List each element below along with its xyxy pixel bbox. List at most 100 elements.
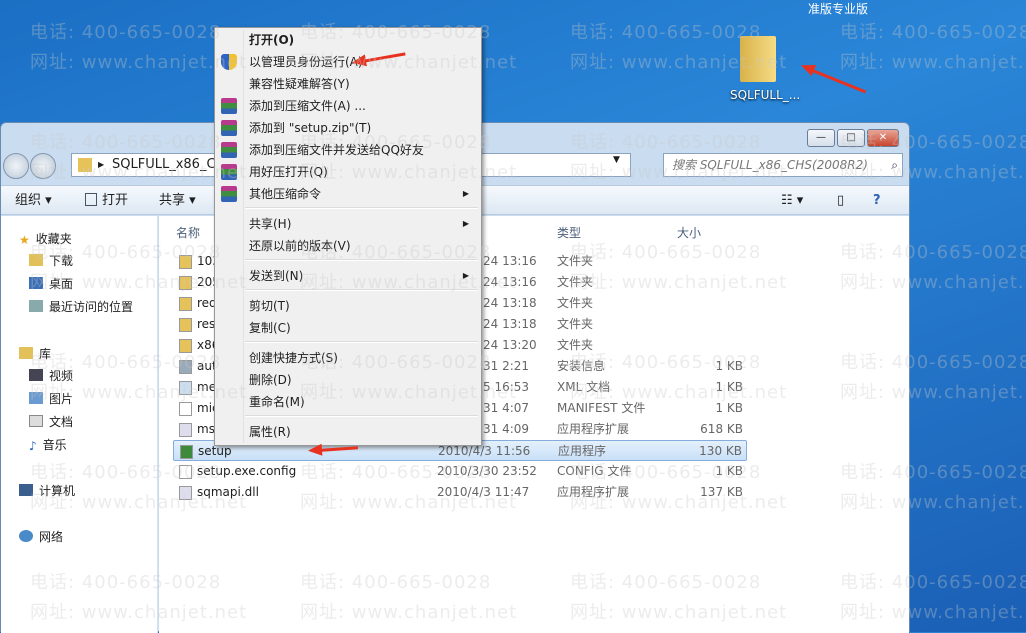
menu-item[interactable]: 其他压缩命令 bbox=[249, 184, 321, 204]
file-date: 31 2:21 bbox=[483, 359, 530, 373]
label: 桌面 bbox=[49, 277, 74, 291]
archive-icon bbox=[221, 164, 237, 180]
label: 视频 bbox=[49, 369, 74, 383]
uac-shield-icon bbox=[221, 54, 237, 70]
file-date: 31 4:09 bbox=[483, 422, 530, 436]
open-button[interactable]: 打开 bbox=[85, 186, 128, 216]
menu-item[interactable]: 复制(C) bbox=[249, 318, 291, 338]
red-arrow-annotation bbox=[809, 68, 867, 94]
sidebar-item-pictures[interactable]: 图片 bbox=[29, 390, 73, 408]
file-date: 31 4:07 bbox=[483, 401, 530, 415]
desktop-folder-icon[interactable] bbox=[740, 36, 776, 82]
file-size: 1 KB bbox=[715, 380, 743, 394]
menu-item[interactable]: 添加到 "setup.zip"(T) bbox=[249, 118, 371, 138]
file-type: CONFIG 文件 bbox=[557, 464, 632, 478]
file-type: 文件夹 bbox=[557, 338, 594, 352]
open-label: 打开 bbox=[102, 193, 129, 208]
file-type: 安装信息 bbox=[557, 359, 606, 373]
file-date: 24 13:20 bbox=[483, 338, 537, 352]
sidebar-item-music[interactable]: ♪ 音乐 bbox=[29, 436, 67, 454]
navigation-pane: ★ 收藏夹 下载 桌面 最近访问的位置 库 视频 图片 文档 ♪ 音乐 计算机 网络 bbox=[1, 216, 158, 633]
desktop-icon bbox=[29, 277, 43, 289]
back-button[interactable] bbox=[3, 153, 29, 179]
archive-icon bbox=[221, 142, 237, 158]
menu-item[interactable]: 用好压打开(Q) bbox=[249, 162, 328, 182]
xml-file-icon bbox=[179, 381, 192, 395]
menu-item[interactable]: 添加到压缩文件(A) ... bbox=[249, 96, 366, 116]
label: 图片 bbox=[49, 392, 74, 406]
menu-item[interactable]: 打开(O) bbox=[249, 30, 294, 50]
menu-item[interactable]: 删除(D) bbox=[249, 370, 292, 390]
settings-file-icon bbox=[179, 360, 192, 374]
submenu-arrow-icon: ▶ bbox=[462, 219, 469, 228]
file-row[interactable]: setup.exe.config 2010/3/30 23:52 CONFIG … bbox=[173, 461, 747, 482]
maximize-button[interactable]: □ bbox=[837, 129, 865, 147]
archive-icon bbox=[221, 186, 237, 202]
label: 文档 bbox=[49, 415, 74, 429]
menu-item[interactable]: 添加到压缩文件并发送给QQ好友 bbox=[249, 140, 424, 160]
share-button[interactable]: 共享 ▾ bbox=[159, 186, 196, 216]
menu-item[interactable]: 还原以前的版本(V) bbox=[249, 236, 351, 256]
label: 下载 bbox=[49, 254, 74, 268]
column-header-size[interactable]: 大小 bbox=[677, 224, 701, 241]
document-icon bbox=[29, 415, 43, 427]
search-input[interactable]: 搜索 SQLFULL_x86_CHS(2008R2) ⌕ bbox=[663, 153, 903, 177]
computer-icon bbox=[19, 484, 33, 496]
file-size: 1 KB bbox=[715, 464, 743, 478]
sidebar-library[interactable]: 库 bbox=[19, 345, 51, 363]
archive-icon bbox=[221, 120, 237, 136]
library-icon bbox=[19, 347, 33, 359]
menu-item[interactable]: 重命名(M) bbox=[249, 392, 305, 412]
label: 收藏夹 bbox=[35, 232, 72, 246]
folder-icon bbox=[179, 255, 192, 269]
sidebar-computer[interactable]: 计算机 bbox=[19, 482, 75, 500]
exe-file-icon bbox=[180, 445, 193, 459]
file-type: XML 文档 bbox=[557, 380, 611, 394]
view-options-icon[interactable]: ☷ ▾ bbox=[781, 186, 803, 216]
file-type: 文件夹 bbox=[557, 296, 594, 310]
menu-item[interactable]: 发送到(N) bbox=[249, 266, 303, 286]
preview-pane-icon[interactable]: ▯ bbox=[837, 186, 844, 216]
organize-button[interactable]: 组织 ▾ bbox=[15, 186, 52, 216]
close-button[interactable]: ✕ bbox=[867, 129, 899, 147]
menu-item[interactable]: 剪切(T) bbox=[249, 296, 290, 316]
menu-item[interactable]: 兼容性疑难解答(Y) bbox=[249, 74, 350, 94]
desktop-icon-label[interactable]: SQLFULL_... bbox=[730, 88, 800, 102]
menu-separator bbox=[245, 341, 478, 343]
sidebar-item-recent[interactable]: 最近访问的位置 bbox=[29, 298, 133, 316]
file-type: 应用程序扩展 bbox=[557, 422, 630, 436]
forward-button[interactable] bbox=[30, 153, 56, 179]
file-date: 5 16:53 bbox=[483, 380, 530, 394]
menu-item[interactable]: 创建快捷方式(S) bbox=[249, 348, 338, 368]
sidebar-item-downloads[interactable]: 下载 bbox=[29, 252, 73, 270]
watermark-text: 电话: 400-665-0028 bbox=[840, 22, 1026, 43]
menu-item[interactable]: 属性(R) bbox=[249, 422, 291, 442]
file-type: 文件夹 bbox=[557, 275, 594, 289]
file-row[interactable]: sqmapi.dll 2010/4/3 11:47 应用程序扩展 137 KB bbox=[173, 482, 747, 503]
context-menu: 打开(O) 以管理员身份运行(A) 兼容性疑难解答(Y) 添加到压缩文件(A) ...… bbox=[214, 27, 482, 446]
archive-icon bbox=[221, 98, 237, 114]
file-icon bbox=[179, 402, 192, 416]
file-name: setup.exe.config bbox=[197, 464, 297, 478]
folder-icon bbox=[179, 297, 192, 311]
file-date: 2010/4/3 11:47 bbox=[437, 485, 530, 499]
sidebar-favorites[interactable]: ★ 收藏夹 bbox=[19, 230, 72, 248]
help-icon[interactable]: ? bbox=[873, 186, 881, 216]
address-dropdown[interactable]: ▼ bbox=[613, 155, 620, 165]
sidebar-item-desktop[interactable]: 桌面 bbox=[29, 275, 73, 293]
sidebar-network[interactable]: 网络 bbox=[19, 528, 63, 546]
dll-file-icon bbox=[179, 486, 192, 500]
sidebar-item-videos[interactable]: 视频 bbox=[29, 367, 73, 385]
folder-icon bbox=[179, 276, 192, 290]
recent-places-icon bbox=[29, 300, 43, 312]
menu-item[interactable]: 以管理员身份运行(A) bbox=[249, 52, 363, 72]
menu-item[interactable]: 共享(H) bbox=[249, 214, 291, 234]
column-header-name[interactable]: 名称 bbox=[176, 224, 200, 241]
column-header-type[interactable]: 类型 bbox=[557, 224, 581, 241]
minimize-button[interactable]: — bbox=[807, 129, 835, 147]
file-size: 1 KB bbox=[715, 359, 743, 373]
folder-icon bbox=[179, 339, 192, 353]
sidebar-item-documents[interactable]: 文档 bbox=[29, 413, 73, 431]
file-icon bbox=[179, 465, 192, 479]
file-size: 137 KB bbox=[700, 485, 743, 499]
